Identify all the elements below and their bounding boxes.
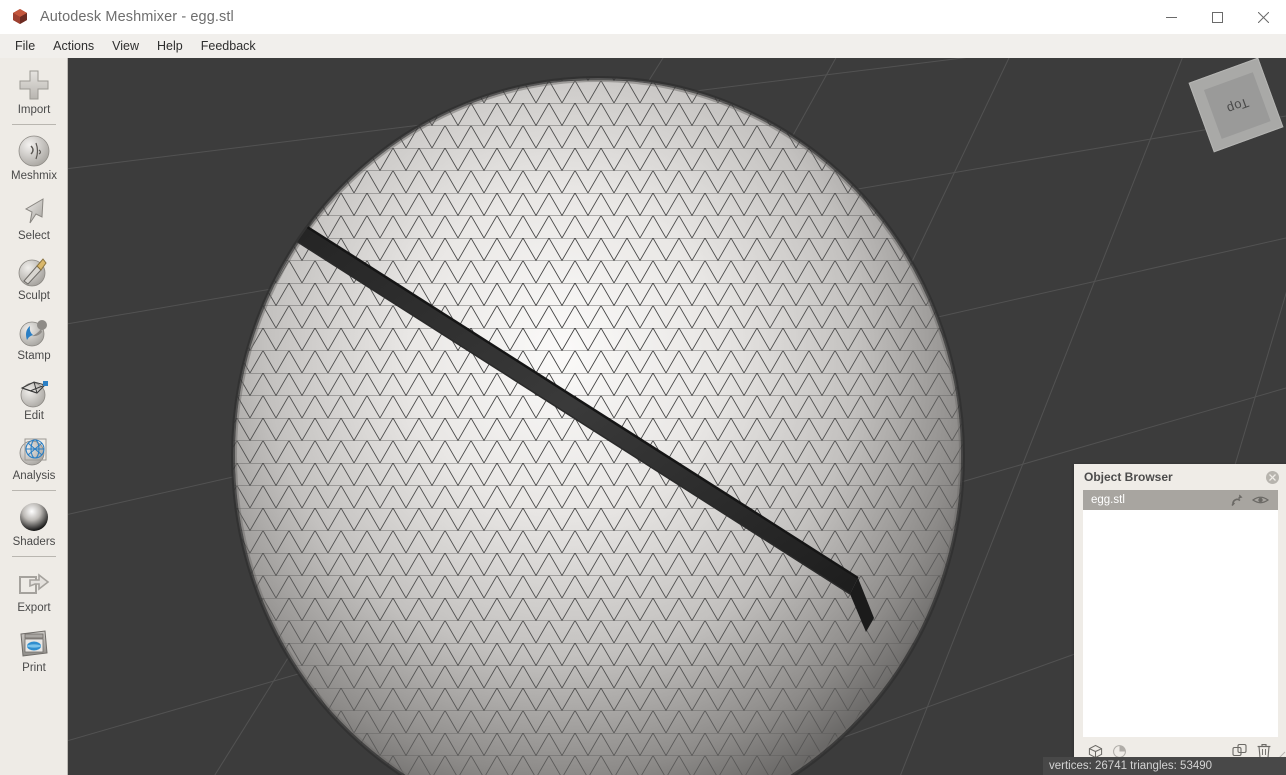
tool-print[interactable]: Print (0, 620, 68, 680)
title-bar: Autodesk Meshmixer - egg.stl (0, 0, 1286, 34)
3d-viewport[interactable]: Top Object Browser egg.stl (68, 58, 1286, 775)
minimize-button[interactable] (1148, 0, 1194, 34)
face-sphere-icon (15, 133, 53, 169)
tool-meshmix[interactable]: Meshmix (0, 128, 68, 188)
edit-sphere-icon (15, 373, 53, 409)
menu-item-actions[interactable]: Actions (44, 36, 103, 56)
export-arrow-icon (15, 565, 53, 601)
object-browser-panel: Object Browser egg.stl (1074, 464, 1286, 765)
brush-sphere-icon (15, 253, 53, 289)
stamp-icon (15, 313, 53, 349)
menu-bar: File Actions View Help Feedback (0, 34, 1286, 58)
toolbar-separator (12, 490, 56, 491)
close-button[interactable] (1240, 0, 1286, 34)
tool-edit[interactable]: Edit (0, 368, 68, 428)
left-toolbar: Import Meshmix (0, 58, 68, 775)
shaded-sphere-icon (15, 499, 53, 535)
window-title: Autodesk Meshmixer - egg.stl (40, 9, 234, 25)
window-controls (1148, 0, 1286, 34)
tool-label: Shaders (13, 536, 56, 549)
tool-label: Print (22, 662, 46, 675)
tool-label: Import (18, 104, 51, 117)
tool-export[interactable]: Export (0, 560, 68, 620)
tool-label: Analysis (13, 470, 56, 483)
cursor-arrow-icon (15, 193, 53, 229)
status-bar: vertices: 26741 triangles: 53490 (1043, 757, 1286, 775)
printer-icon (15, 625, 53, 661)
menu-item-help[interactable]: Help (148, 36, 192, 56)
list-item[interactable]: egg.stl (1083, 490, 1278, 510)
tool-stamp[interactable]: Stamp (0, 308, 68, 368)
eye-visibility-icon[interactable] (1248, 491, 1272, 509)
toolbar-separator (12, 124, 56, 125)
close-icon[interactable] (1266, 471, 1279, 484)
analysis-sphere-icon (15, 433, 53, 469)
view-cube-inner-face[interactable]: Top (1204, 72, 1271, 139)
tool-label: Meshmix (11, 170, 57, 183)
meshmixer-window: Autodesk Meshmixer - egg.stl File Action… (0, 0, 1286, 775)
tool-import[interactable]: Import (0, 62, 68, 122)
tool-shaders[interactable]: Shaders (0, 494, 68, 554)
tool-select[interactable]: Select (0, 188, 68, 248)
tool-label: Edit (24, 410, 44, 423)
tool-label: Stamp (17, 350, 50, 363)
object-name-label: egg.stl (1091, 494, 1224, 506)
tool-analysis[interactable]: Analysis (0, 428, 68, 488)
menu-item-file[interactable]: File (6, 36, 44, 56)
toolbar-separator (12, 556, 56, 557)
tool-label: Select (18, 230, 50, 243)
meshmixer-logo-icon (10, 7, 30, 27)
view-cube-label: Top (1224, 95, 1250, 117)
object-browser-list[interactable]: egg.stl (1083, 490, 1278, 737)
mesh-stats-label: vertices: 26741 triangles: 53490 (1049, 760, 1212, 772)
plus-icon (15, 67, 53, 103)
object-browser-title: Object Browser (1084, 470, 1266, 484)
menu-item-feedback[interactable]: Feedback (192, 36, 265, 56)
maximize-button[interactable] (1194, 0, 1240, 34)
tool-sculpt[interactable]: Sculpt (0, 248, 68, 308)
tool-label: Export (17, 602, 50, 615)
menu-item-view[interactable]: View (103, 36, 148, 56)
magnet-icon[interactable] (1224, 491, 1248, 509)
tool-label: Sculpt (18, 290, 50, 303)
object-browser-header: Object Browser (1074, 464, 1286, 490)
